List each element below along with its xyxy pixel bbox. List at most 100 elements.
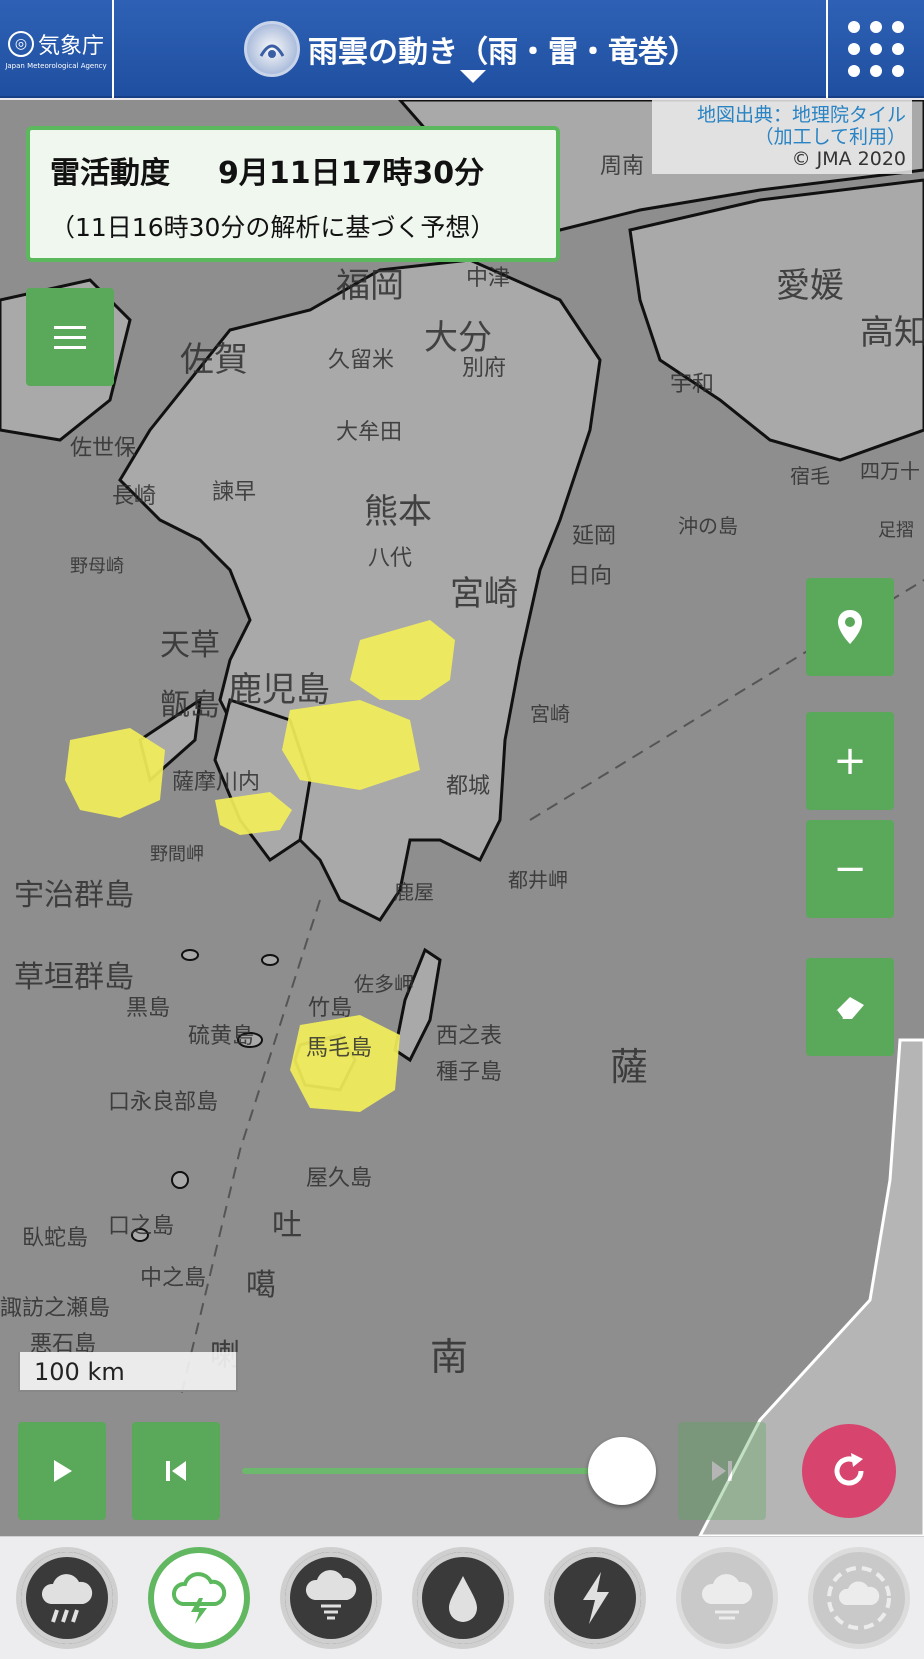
- map-label: 西之表: [436, 1024, 503, 1049]
- attribution-note[interactable]: （加工して利用）: [658, 126, 906, 148]
- step-forward-icon: [712, 1461, 732, 1481]
- map-label: 中之島: [140, 1266, 207, 1291]
- map-label: 四万十: [860, 459, 920, 483]
- map-label: 久留米: [328, 348, 395, 373]
- map-label: 大牟田: [336, 420, 403, 445]
- radar-icon: [244, 21, 300, 77]
- timeline-slider-handle[interactable]: [588, 1437, 656, 1505]
- hamburger-menu-button[interactable]: [26, 288, 114, 386]
- logo-en-text: Japan Meteorological Agency: [5, 62, 107, 70]
- tab-precipitation[interactable]: [412, 1547, 514, 1649]
- logo-jp-text: 気象庁: [37, 34, 104, 59]
- dot: [870, 65, 882, 77]
- map-label: 佐多岬: [354, 972, 414, 996]
- map-label: 佐賀: [180, 340, 248, 380]
- element-label: 雷活動度: [50, 156, 170, 191]
- refresh-icon: [834, 1453, 864, 1486]
- step-back-button[interactable]: [132, 1422, 220, 1520]
- map-label: 佐世保: [70, 436, 137, 461]
- forecast-datetime: 9月11日17時30分: [218, 156, 485, 191]
- map-label: 中津: [466, 266, 511, 291]
- map-label: 高知: [860, 313, 924, 353]
- dot: [870, 21, 882, 33]
- dot: [892, 43, 904, 55]
- dot: [848, 21, 860, 33]
- map-label: 都城: [446, 774, 491, 799]
- map-label: 周南: [600, 154, 645, 179]
- map-label: 薩摩川内: [172, 770, 261, 795]
- dashed-cloud-icon: [827, 1566, 891, 1630]
- map-label: 野間岬: [150, 844, 204, 865]
- map-label: 鹿屋: [394, 880, 434, 904]
- map-label: 黒島: [126, 996, 171, 1021]
- map-label: 草垣群島: [14, 960, 134, 995]
- step-forward-button[interactable]: [678, 1422, 766, 1520]
- raindrop-icon: [449, 1576, 477, 1622]
- map-label: 別府: [462, 356, 507, 381]
- map-label: 吐: [272, 1208, 302, 1243]
- map-label: 諏訪之瀬島: [0, 1296, 111, 1321]
- eraser-icon: [834, 997, 864, 1020]
- map-attribution[interactable]: 地図出典：地理院タイル （加工して利用） © JMA 2020: [652, 100, 912, 174]
- tornado-cloud-icon: [305, 1570, 357, 1620]
- play-icon: [54, 1460, 72, 1482]
- play-button[interactable]: [18, 1422, 106, 1520]
- map-label: 宮崎: [450, 574, 518, 614]
- zoom-out-button[interactable]: −: [806, 820, 894, 918]
- map-label: 鹿児島: [228, 670, 330, 710]
- apps-menu-button[interactable]: [826, 0, 924, 98]
- map-label: 種子島: [436, 1060, 503, 1085]
- tab-rain-cloud[interactable]: [16, 1547, 118, 1649]
- tab-dashed-cloud[interactable]: [808, 1547, 910, 1649]
- lightning-icon: [583, 1572, 609, 1624]
- forecast-info-box: 雷活動度 9月11日17時30分 （11日16時30分の解析に基づく予想）: [26, 126, 560, 262]
- refresh-button[interactable]: [802, 1424, 896, 1518]
- chevron-down-icon: [460, 70, 486, 83]
- map-label: 足摺: [878, 520, 914, 541]
- location-pin-icon: [838, 610, 862, 644]
- clear-layers-button[interactable]: [806, 958, 894, 1056]
- minus-icon: −: [833, 846, 867, 892]
- tab-thunder-cloud[interactable]: [148, 1547, 250, 1649]
- tab-snow-cloud[interactable]: [676, 1547, 778, 1649]
- dot: [848, 65, 860, 77]
- rain-cloud-icon: [41, 1574, 93, 1623]
- page-title: 雨雲の動き（雨・雷・竜巻）: [308, 35, 698, 70]
- map-label: 口之島: [108, 1214, 175, 1239]
- tab-tornado-cloud[interactable]: [280, 1547, 382, 1649]
- current-location-button[interactable]: [806, 578, 894, 676]
- map-label: 宿毛: [790, 464, 830, 488]
- tab-lightning[interactable]: [544, 1547, 646, 1649]
- info-heading: 雷活動度 9月11日17時30分: [50, 148, 536, 192]
- jma-emblem-icon: ◎: [7, 31, 34, 57]
- step-back-icon: [166, 1461, 186, 1481]
- snow-cloud-icon: [701, 1574, 753, 1620]
- map-label: 宇和: [670, 372, 715, 397]
- map-label: 硫黄島: [188, 1024, 255, 1049]
- map-scale: 100 km: [18, 1352, 238, 1392]
- map-label: 甑島: [160, 688, 220, 723]
- map-label: 日向: [568, 564, 613, 589]
- map-label: 愛媛: [776, 266, 844, 306]
- map-label: 口永良部島: [108, 1090, 219, 1115]
- map-label: 熊本: [364, 492, 432, 532]
- map-view[interactable]: 福岡 佐賀 大分 熊本 宮崎 鹿児島 愛媛 高知 中津 別府 久留米 大牟田 八…: [0, 100, 924, 1536]
- plus-icon: +: [833, 738, 867, 784]
- dot: [892, 21, 904, 33]
- title-selector[interactable]: 雨雲の動き（雨・雷・竜巻）: [116, 0, 826, 98]
- map-label: 宮崎: [530, 702, 570, 726]
- timeline-slider-track[interactable]: [242, 1468, 628, 1474]
- map-label: 宇治群島: [14, 878, 134, 913]
- map-label: 福岡: [336, 266, 404, 306]
- map-label: 天草: [160, 628, 220, 663]
- map-label: 八代: [368, 546, 413, 571]
- map-label: 竹島: [308, 996, 353, 1021]
- analysis-basis: （11日16時30分の解析に基づく予想）: [50, 213, 496, 242]
- attribution-source[interactable]: 地図出典：地理院タイル: [658, 104, 906, 126]
- map-label: 馬毛島: [306, 1036, 373, 1061]
- dot: [848, 43, 860, 55]
- dot: [870, 43, 882, 55]
- jma-logo[interactable]: ◎ 気象庁 Japan Meteorological Agency: [0, 0, 114, 98]
- zoom-in-button[interactable]: +: [806, 712, 894, 810]
- thunder-cloud-icon: [172, 1572, 227, 1624]
